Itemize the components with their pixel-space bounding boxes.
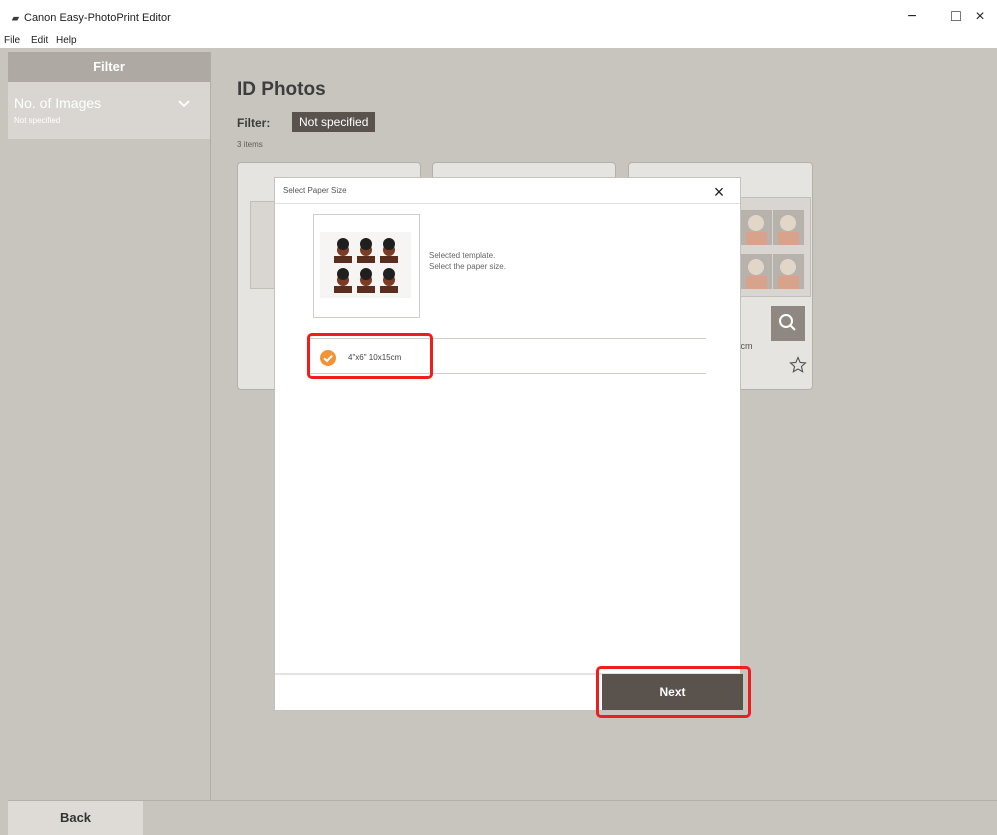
selected-template-text: Selected template.: [429, 251, 496, 260]
select-paper-size-dialog: Select Paper Size × Selected template. S…: [275, 178, 743, 710]
template-preview: [320, 232, 411, 298]
close-dialog-button[interactable]: ×: [707, 180, 731, 204]
dialog-divider: [275, 203, 740, 204]
dialog-title: Select Paper Size: [283, 186, 347, 195]
select-paper-size-text: Select the paper size.: [429, 262, 506, 271]
next-button-highlight: [596, 666, 751, 718]
bottom-bar: Back: [8, 800, 997, 835]
size-option-highlight: [307, 333, 433, 379]
template-thumbnail: [313, 214, 420, 318]
back-button[interactable]: Back: [8, 801, 143, 835]
